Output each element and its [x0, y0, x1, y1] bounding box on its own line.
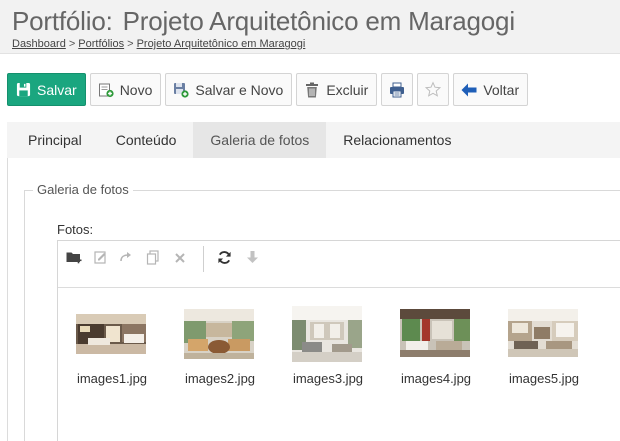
- arrow-left-icon: [461, 82, 477, 98]
- toolbar-divider: [203, 246, 204, 272]
- breadcrumb-separator: >: [68, 38, 76, 50]
- gallery-legend: Galeria de fotos: [33, 182, 133, 197]
- back-button[interactable]: Voltar: [453, 73, 529, 106]
- save-button[interactable]: Salvar: [7, 73, 86, 106]
- download-icon: [246, 250, 259, 270]
- redo-button[interactable]: [116, 250, 136, 270]
- save-and-new-icon: [173, 82, 189, 98]
- file-name: images3.jpg: [292, 371, 364, 386]
- refresh-icon: [217, 250, 232, 270]
- copy-icon: [146, 250, 160, 270]
- file-item[interactable]: images5.jpg: [490, 306, 580, 396]
- save-button-label: Salvar: [37, 81, 77, 98]
- action-toolbar: Salvar Novo Salvar e Novo Excluir Voltar: [7, 73, 529, 106]
- file-item[interactable]: images1.jpg: [58, 306, 148, 396]
- page-title: Portfólio: Projeto Arquitetônico em Marag…: [12, 6, 515, 37]
- delete-button[interactable]: Excluir: [296, 73, 378, 106]
- tab-conteudo[interactable]: Conteúdo: [99, 122, 194, 158]
- favorite-button[interactable]: [417, 73, 450, 106]
- floppy-disk-icon: [15, 82, 31, 98]
- page-section: Portfólio:: [12, 6, 113, 36]
- tab-bar: Principal Conteúdo Galeria de fotos Rela…: [7, 122, 620, 159]
- breadcrumb: Dashboard > Portfólios > Projeto Arquitetôni…: [12, 38, 305, 50]
- file-name: images4.jpg: [400, 371, 472, 386]
- file-manager-toolbar: [58, 241, 620, 288]
- star-icon: [425, 81, 442, 98]
- page-title-text: Projeto Arquitetônico em Maragogi: [122, 6, 515, 36]
- file-item[interactable]: images4.jpg: [382, 306, 472, 396]
- rename-icon: [93, 250, 108, 270]
- file-item[interactable]: images2.jpg: [166, 306, 256, 396]
- image-thumbnail[interactable]: [400, 309, 470, 357]
- back-button-label: Voltar: [483, 81, 520, 98]
- download-button[interactable]: [242, 250, 262, 270]
- file-name: images5.jpg: [508, 371, 580, 386]
- tab-galeria-de-fotos[interactable]: Galeria de fotos: [193, 122, 327, 158]
- file-name: images2.jpg: [184, 371, 256, 386]
- copy-button[interactable]: [143, 250, 163, 270]
- tab-principal[interactable]: Principal: [7, 122, 99, 158]
- image-thumbnail[interactable]: [76, 314, 146, 354]
- page-header: Portfólio: Projeto Arquitetônico em Marag…: [0, 0, 620, 54]
- photos-field-label: Fotos:: [57, 222, 94, 237]
- breadcrumb-current[interactable]: Projeto Arquitetônico em Maragogi: [137, 38, 306, 50]
- breadcrumb-portfolios[interactable]: Portfólios: [78, 38, 124, 50]
- save-and-new-button[interactable]: Salvar e Novo: [165, 73, 293, 106]
- save-and-new-button-label: Salvar e Novo: [195, 81, 284, 98]
- new-document-icon: [98, 82, 114, 98]
- delete-button-label: Excluir: [326, 81, 369, 98]
- trash-icon: [304, 82, 320, 98]
- image-thumbnail[interactable]: [184, 309, 254, 359]
- print-icon: [389, 82, 405, 98]
- delete-icon: [174, 251, 186, 269]
- print-button[interactable]: [381, 73, 414, 106]
- new-button[interactable]: Novo: [89, 73, 162, 106]
- new-folder-icon: [66, 250, 83, 270]
- file-name: images1.jpg: [76, 371, 148, 386]
- file-item[interactable]: images3.jpg: [274, 306, 364, 396]
- tab-relacionamentos[interactable]: Relacionamentos: [326, 122, 468, 158]
- new-button-label: Novo: [119, 81, 153, 98]
- refresh-button[interactable]: [214, 250, 234, 270]
- breadcrumb-separator: >: [127, 38, 134, 50]
- delete-file-button[interactable]: [170, 250, 190, 270]
- breadcrumb-dashboard[interactable]: Dashboard: [12, 38, 66, 50]
- new-folder-button[interactable]: [64, 250, 84, 270]
- redo-icon: [119, 251, 134, 269]
- image-thumbnail[interactable]: [508, 309, 578, 357]
- file-manager: images1.jpg images2.jpg images3.jpg imag…: [57, 240, 620, 441]
- rename-button[interactable]: [90, 250, 110, 270]
- image-thumbnail[interactable]: [292, 306, 362, 362]
